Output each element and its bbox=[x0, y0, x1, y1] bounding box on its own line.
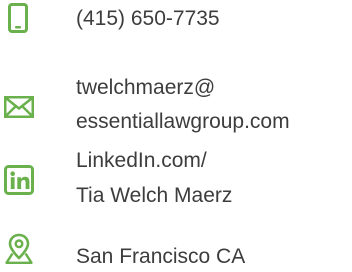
location-text: San Francisco CA bbox=[76, 245, 246, 268]
contact-info-card: (415) 650-7735 twelchmaerz@ essentiallaw… bbox=[0, 0, 352, 272]
email-address-line-1: twelchmaerz@ bbox=[76, 76, 216, 99]
linkedin-url-line-2: Tia Welch Maerz bbox=[76, 184, 233, 207]
phone-number: (415) 650-7735 bbox=[76, 7, 220, 30]
linkedin-url-line-1: LinkedIn.com/ bbox=[76, 149, 207, 172]
phone-icon bbox=[8, 3, 28, 33]
email-address-line-2: essentiallawgroup.com bbox=[76, 110, 290, 133]
email-icon bbox=[4, 96, 34, 118]
linkedin-icon bbox=[4, 165, 34, 195]
location-pin-icon bbox=[4, 233, 34, 265]
